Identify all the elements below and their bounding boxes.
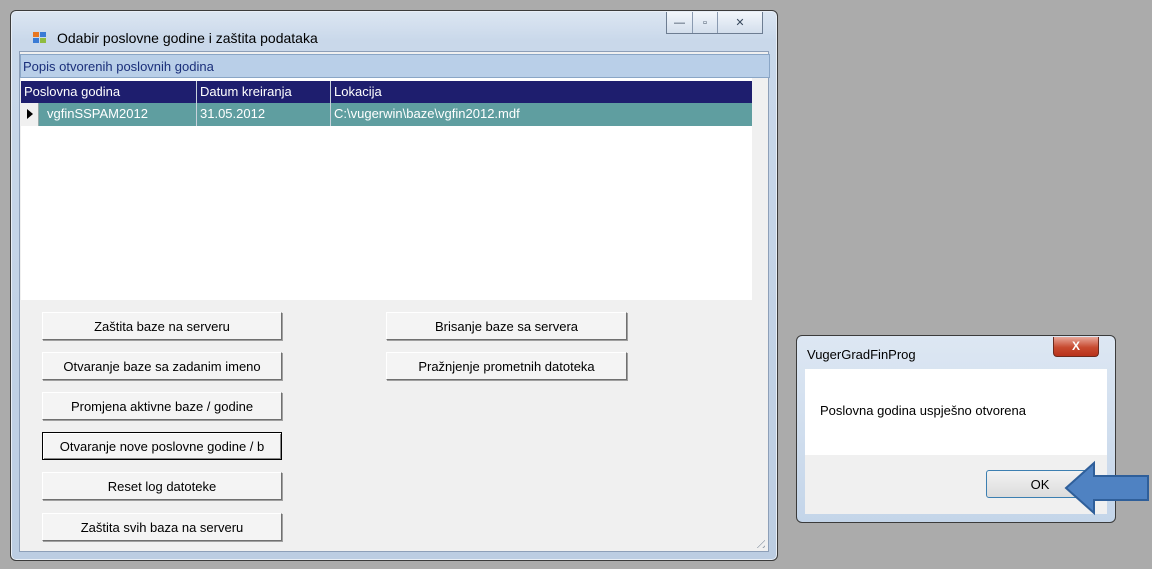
main-window: Odabir poslovne godine i zaštita podatak… xyxy=(10,10,778,561)
minimize-icon: — xyxy=(674,16,685,29)
minimize-button[interactable]: — xyxy=(667,12,693,33)
close-icon: X xyxy=(1071,339,1080,353)
cell-lokacija[interactable]: C:\vugerwin\baze\vgfin2012.mdf xyxy=(331,103,752,126)
app-icon xyxy=(33,32,47,44)
cell-datum-kreiranja[interactable]: 31.05.2012 xyxy=(197,103,331,126)
message-box-body: Poslovna godina uspješno otvorena xyxy=(805,369,1107,455)
message-box-title: VugerGradFinProg xyxy=(807,347,916,362)
resize-grip-icon[interactable] xyxy=(753,536,765,548)
reset-log-button[interactable]: Reset log datoteke xyxy=(42,472,282,500)
zastita-svih-button[interactable]: Zaštita svih baza na serveru xyxy=(42,513,282,541)
otvaranje-zadanim-button[interactable]: Otvaranje baze sa zadanim imeno xyxy=(42,352,282,380)
maximize-icon: ▫ xyxy=(703,16,707,29)
table-row[interactable]: vgfinSSPAM2012 31.05.2012 C:\vugerwin\ba… xyxy=(21,103,752,126)
window-controls: — ▫ ✕ xyxy=(666,12,763,34)
data-grid[interactable]: Poslovna godina Datum kreiranja Lokacija… xyxy=(21,78,752,300)
cell-poslovna-godina[interactable]: vgfinSSPAM2012 xyxy=(39,103,197,126)
window-client: Popis otvorenih poslovnih godina Poslovn… xyxy=(19,51,770,552)
column-header-datum-kreiranja[interactable]: Datum kreiranja xyxy=(197,81,331,103)
window-title: Odabir poslovne godine i zaštita podatak… xyxy=(57,30,318,46)
pointer-arrow-icon xyxy=(1064,460,1149,516)
grid-caption: Popis otvorenih poslovnih godina xyxy=(20,54,770,78)
zastita-baze-button[interactable]: Zaštita baze na serveru xyxy=(42,312,282,340)
maximize-button[interactable]: ▫ xyxy=(693,12,718,33)
title-bar[interactable]: Odabir poslovne godine i zaštita podatak… xyxy=(11,11,777,51)
close-button[interactable]: ✕ xyxy=(718,12,762,33)
message-box-footer: OK xyxy=(805,455,1107,514)
close-icon: ✕ xyxy=(735,17,745,29)
column-header-poslovna-godina[interactable]: Poslovna godina xyxy=(21,81,197,103)
praznjenje-button[interactable]: Pražnjenje prometnih datoteka xyxy=(386,352,627,380)
message-text: Poslovna godina uspješno otvorena xyxy=(820,403,1026,418)
otvaranje-nove-button[interactable]: Otvaranje nove poslovne godine / b xyxy=(42,432,282,460)
grid-header: Poslovna godina Datum kreiranja Lokacija xyxy=(21,81,752,103)
message-box-close-button[interactable]: X xyxy=(1053,337,1099,357)
column-header-lokacija[interactable]: Lokacija xyxy=(331,81,752,103)
promjena-aktivne-button[interactable]: Promjena aktivne baze / godine xyxy=(42,392,282,420)
brisanje-baze-button[interactable]: Brisanje baze sa servera xyxy=(386,312,627,340)
row-selector[interactable] xyxy=(21,103,39,126)
row-pointer-icon xyxy=(27,109,33,119)
